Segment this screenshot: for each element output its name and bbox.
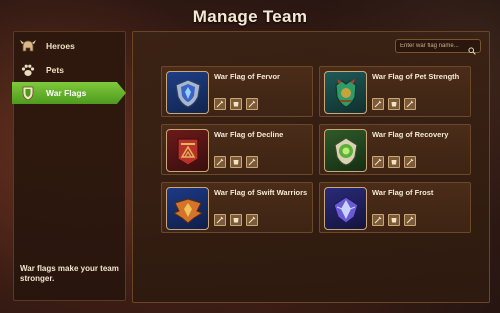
war-flag-card-fervor[interactable]: War Flag of Fervor xyxy=(161,66,313,117)
sidebar-item-label: Heroes xyxy=(46,41,75,51)
armor-slot-icon[interactable] xyxy=(230,214,242,226)
sidebar-item-heroes[interactable]: Heroes xyxy=(14,35,127,57)
search-icon[interactable] xyxy=(468,42,476,60)
sword-slot-icon[interactable] xyxy=(246,156,258,168)
paw-icon xyxy=(20,62,36,78)
war-flag-card-swift-warriors[interactable]: War Flag of Swift Warriors xyxy=(161,182,313,233)
search-box[interactable] xyxy=(395,39,481,55)
armor-slot-icon[interactable] xyxy=(388,214,400,226)
equipment-slots xyxy=(214,214,258,226)
sword-slot-icon[interactable] xyxy=(246,98,258,110)
shield-icon xyxy=(20,85,36,101)
sword-slot-icon[interactable] xyxy=(404,214,416,226)
equipment-slots xyxy=(372,156,416,168)
red-banner-emblem-icon xyxy=(166,129,209,172)
equipment-slots xyxy=(214,156,258,168)
sidebar-description: War flags make your team stronger. xyxy=(20,264,119,283)
armor-slot-icon[interactable] xyxy=(388,98,400,110)
sword-slot-icon[interactable] xyxy=(372,156,384,168)
flag-name: War Flag of Swift Warriors xyxy=(214,188,308,197)
sword-slot-icon[interactable] xyxy=(372,214,384,226)
sidebar-item-pets[interactable]: Pets xyxy=(14,59,127,81)
sword-slot-icon[interactable] xyxy=(404,156,416,168)
flag-name: War Flag of Decline xyxy=(214,130,284,139)
sword-slot-icon[interactable] xyxy=(404,98,416,110)
war-flags-panel: War Flag of Fervor War Flag of Pet Stren… xyxy=(132,31,490,303)
war-flag-card-pet-strength[interactable]: War Flag of Pet Strength xyxy=(319,66,471,117)
war-flag-card-frost[interactable]: War Flag of Frost xyxy=(319,182,471,233)
flag-name: War Flag of Frost xyxy=(372,188,434,197)
page-title: Manage Team xyxy=(192,7,308,26)
sword-slot-icon[interactable] xyxy=(246,214,258,226)
green-orb-emblem-icon xyxy=(324,129,367,172)
sword-slot-icon[interactable] xyxy=(214,214,226,226)
purple-crystal-emblem-icon xyxy=(324,187,367,230)
flag-name: War Flag of Pet Strength xyxy=(372,72,460,81)
sidebar: Heroes Pets War Flags War flags make you… xyxy=(12,31,127,301)
equipment-slots xyxy=(372,214,416,226)
blue-shield-emblem-icon xyxy=(166,71,209,114)
equipment-slots xyxy=(372,98,416,110)
war-flag-card-decline[interactable]: War Flag of Decline xyxy=(161,124,313,175)
sword-slot-icon[interactable] xyxy=(372,98,384,110)
orange-wings-emblem-icon xyxy=(166,187,209,230)
sidebar-item-war-flags[interactable]: War Flags xyxy=(12,82,126,104)
search-input[interactable] xyxy=(400,43,470,49)
armor-slot-icon[interactable] xyxy=(230,98,242,110)
armor-slot-icon[interactable] xyxy=(230,156,242,168)
war-flag-card-recovery[interactable]: War Flag of Recovery xyxy=(319,124,471,175)
armor-slot-icon[interactable] xyxy=(388,156,400,168)
sword-slot-icon[interactable] xyxy=(214,98,226,110)
equipment-slots xyxy=(214,98,258,110)
helmet-icon xyxy=(20,38,36,54)
flag-name: War Flag of Fervor xyxy=(214,72,280,81)
sidebar-item-label: Pets xyxy=(46,65,64,75)
sidebar-item-label: War Flags xyxy=(46,88,87,98)
flag-name: War Flag of Recovery xyxy=(372,130,449,139)
sword-slot-icon[interactable] xyxy=(214,156,226,168)
green-teal-crest-emblem-icon xyxy=(324,71,367,114)
